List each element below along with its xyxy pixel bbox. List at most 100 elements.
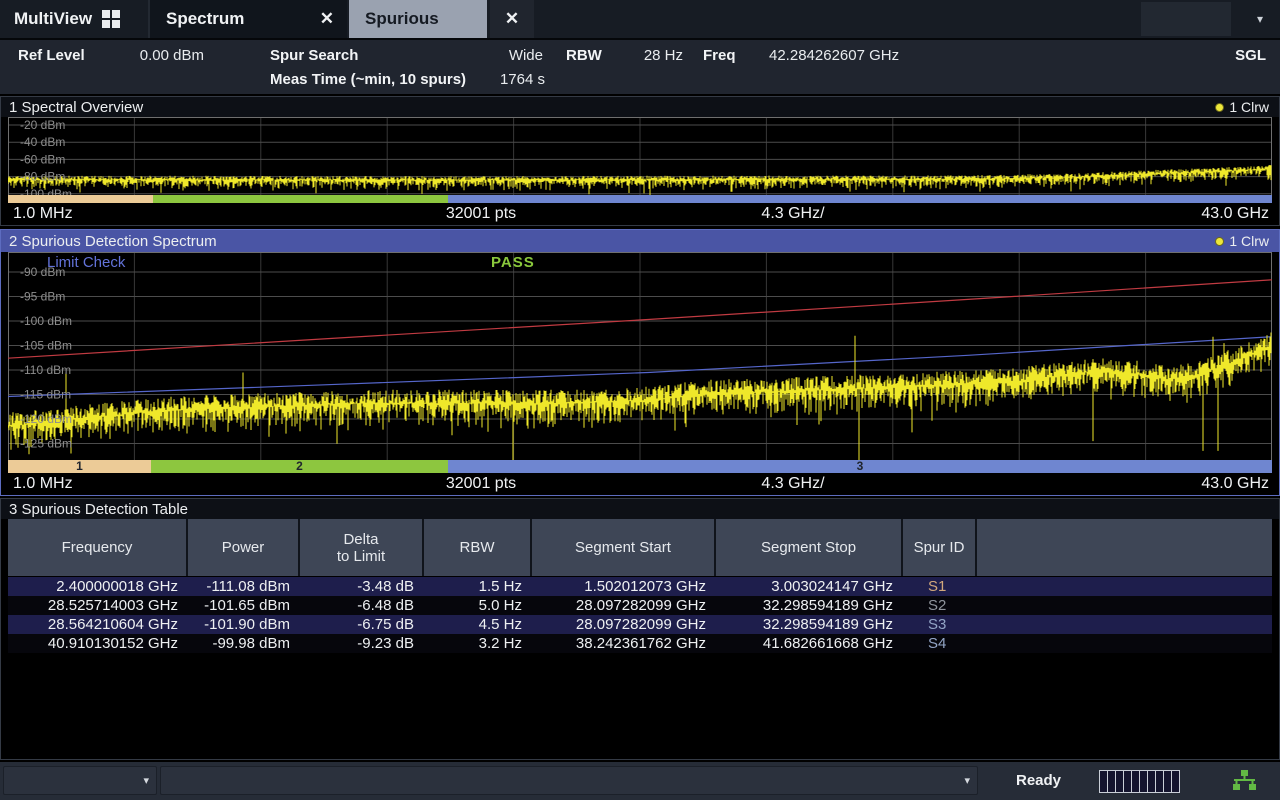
- trace1-color-dot-icon: [1215, 103, 1224, 112]
- window1-title-bar[interactable]: 1 Spectral Overview 1 Clrw: [1, 97, 1279, 117]
- svg-text:-80 dBm: -80 dBm: [20, 170, 65, 184]
- table-cell: -101.90 dBm: [188, 615, 300, 634]
- window-spurious-spectrum: 2 Spurious Detection Spectrum 1 Clrw -90…: [0, 229, 1280, 496]
- analyzer-screen: MultiView Spectrum ✕ Spurious ✕ ▾ Ref Le…: [0, 0, 1280, 800]
- rbw-label: RBW: [566, 45, 602, 67]
- table-cell: 28.097282099 GHz: [532, 615, 716, 634]
- table-body: 2.400000018 GHz-111.08 dBm-3.48 dB1.5 Hz…: [8, 577, 1272, 653]
- frequency-segment-2: 2: [151, 460, 448, 473]
- frequency-segment-3: 3: [448, 460, 1272, 473]
- tab-spurious[interactable]: Spurious: [349, 0, 487, 38]
- dropdown-arrow-icon[interactable]: ▾: [143, 774, 149, 787]
- frequency-segment: [8, 195, 153, 203]
- axis2-per-div: 4.3 GHz/: [713, 474, 873, 494]
- svg-text:-60 dBm: -60 dBm: [20, 152, 65, 166]
- window1-graph[interactable]: -20 dBm-40 dBm-60 dBm-80 dBm-100 dBm: [1, 117, 1279, 203]
- table-row-spur-S1[interactable]: 2.400000018 GHz-111.08 dBm-3.48 dB1.5 Hz…: [8, 577, 1272, 596]
- window2-plot: -90 dBm-95 dBm-100 dBm-105 dBm-110 dBm-1…: [8, 252, 1272, 473]
- message-dropdown[interactable]: ▾: [160, 766, 978, 795]
- freq-label: Freq: [703, 45, 736, 67]
- window2-title: 2 Spurious Detection Spectrum: [9, 233, 217, 250]
- meas-time-value[interactable]: 1764 s: [470, 69, 545, 91]
- spur-id-cell: S2: [903, 596, 977, 615]
- tab-bar-spacer: [1141, 2, 1231, 36]
- tab-spectrum-close-icon[interactable]: ✕: [320, 9, 334, 29]
- axis2-start-freq: 1.0 MHz: [13, 474, 73, 494]
- window2-axis-row: 1.0 MHz 32001 pts 4.3 GHz/ 43.0 GHz: [1, 473, 1279, 495]
- tab-multiview[interactable]: MultiView: [0, 0, 148, 38]
- dropdown-arrow-icon[interactable]: ▾: [964, 774, 970, 787]
- svg-text:-105 dBm: -105 dBm: [20, 339, 72, 353]
- table-cell: 38.242361762 GHz: [532, 634, 716, 653]
- network-status-icon: [1230, 769, 1258, 795]
- window2-trace-tag[interactable]: 1 Clrw: [1215, 233, 1269, 249]
- table-header-row: FrequencyPowerDelta to LimitRBWSegment S…: [8, 519, 1272, 576]
- freq-value[interactable]: 42.284262607 GHz: [769, 45, 899, 67]
- table-cell: 40.910130152 GHz: [8, 634, 188, 653]
- svg-text:-115 dBm: -115 dBm: [20, 388, 71, 402]
- table-row-filler: [977, 615, 1272, 634]
- table-cell: 4.5 Hz: [424, 615, 532, 634]
- tab-bar-dropdown-icon[interactable]: ▾: [1240, 0, 1280, 38]
- table-header-filler: [977, 519, 1272, 576]
- axis1-per-div: 4.3 GHz/: [713, 204, 873, 224]
- rbw-value[interactable]: 28 Hz: [600, 45, 683, 67]
- table-cell: -99.98 dBm: [188, 634, 300, 653]
- window1-trace-tag[interactable]: 1 Clrw: [1215, 99, 1269, 115]
- spur-search-label: Spur Search: [270, 45, 358, 67]
- window2-graph[interactable]: -90 dBm-95 dBm-100 dBm-105 dBm-110 dBm-1…: [1, 252, 1279, 473]
- status-bar: ▾ ▾ Ready: [0, 762, 1280, 800]
- table-column-header: Power: [188, 519, 300, 576]
- table-cell: 28.564210604 GHz: [8, 615, 188, 634]
- svg-text:-120 dBm: -120 dBm: [20, 412, 72, 426]
- table-cell: 32.298594189 GHz: [716, 596, 903, 615]
- table-cell: 3.2 Hz: [424, 634, 532, 653]
- trace1-label: 1 Clrw: [1229, 99, 1269, 115]
- window3-title: 3 Spurious Detection Table: [9, 501, 188, 518]
- table-row-filler: [977, 596, 1272, 615]
- table-column-header: Delta to Limit: [300, 519, 424, 576]
- table-row-spur-S3[interactable]: 28.564210604 GHz-101.90 dBm-6.75 dB4.5 H…: [8, 615, 1272, 634]
- window2-title-bar[interactable]: 2 Spurious Detection Spectrum 1 Clrw: [1, 230, 1279, 252]
- multiview-grid-icon: [102, 10, 120, 28]
- table-column-header: RBW: [424, 519, 532, 576]
- axis1-stop-freq: 43.0 GHz: [1201, 204, 1269, 224]
- window-spurious-table: 3 Spurious Detection Table FrequencyPowe…: [0, 498, 1280, 760]
- spur-search-value[interactable]: Wide: [463, 45, 543, 67]
- channel-tab-bar: MultiView Spectrum ✕ Spurious ✕ ▾: [0, 0, 1280, 40]
- table-cell: -101.65 dBm: [188, 596, 300, 615]
- table-cell: 41.682661668 GHz: [716, 634, 903, 653]
- axis1-sweep-points: 32001 pts: [401, 204, 561, 224]
- window3-title-bar[interactable]: 3 Spurious Detection Table: [1, 499, 1279, 519]
- table-row-spur-S4[interactable]: 40.910130152 GHz-99.98 dBm-9.23 dB3.2 Hz…: [8, 634, 1272, 653]
- tab-spectrum[interactable]: Spectrum ✕: [148, 0, 347, 38]
- table-cell: 28.525714003 GHz: [8, 596, 188, 615]
- table-cell: 3.003024147 GHz: [716, 577, 903, 596]
- table-column-header: Segment Stop: [716, 519, 903, 576]
- trace2-label: 1 Clrw: [1229, 233, 1269, 249]
- table-row-spur-S2[interactable]: 28.525714003 GHz-101.65 dBm-6.48 dB5.0 H…: [8, 596, 1272, 615]
- ref-level-value[interactable]: 0.00 dBm: [104, 45, 204, 67]
- table-row-filler: [977, 634, 1272, 653]
- table-cell: -9.23 dB: [300, 634, 424, 653]
- svg-text:-125 dBm: -125 dBm: [20, 437, 72, 451]
- axis2-sweep-points: 32001 pts: [401, 474, 561, 494]
- table-cell: 28.097282099 GHz: [532, 596, 716, 615]
- meas-time-label: Meas Time (~min, 10 spurs): [270, 69, 466, 91]
- svg-text:-100 dBm: -100 dBm: [20, 314, 72, 328]
- table-cell: -111.08 dBm: [188, 577, 300, 596]
- status-ready-label: Ready: [1016, 772, 1061, 789]
- limit-check-label: Limit Check: [47, 254, 125, 271]
- table-column-header: Frequency: [8, 519, 188, 576]
- measurement-progress-bar: [1100, 770, 1180, 793]
- svg-text:-20 dBm: -20 dBm: [20, 118, 65, 132]
- sgl-badge: SGL: [1186, 45, 1266, 67]
- softkey-dropdown-left[interactable]: ▾: [3, 766, 157, 795]
- tab-spectrum-label: Spectrum: [166, 9, 244, 29]
- axis2-stop-freq: 43.0 GHz: [1201, 474, 1269, 494]
- table-cell: -6.75 dB: [300, 615, 424, 634]
- window-spectral-overview: 1 Spectral Overview 1 Clrw -20 dBm-40 dB…: [0, 96, 1280, 226]
- table-column-header: Segment Start: [532, 519, 716, 576]
- tab-spurious-close-icon[interactable]: ✕: [490, 0, 534, 38]
- trace2-color-dot-icon: [1215, 237, 1224, 246]
